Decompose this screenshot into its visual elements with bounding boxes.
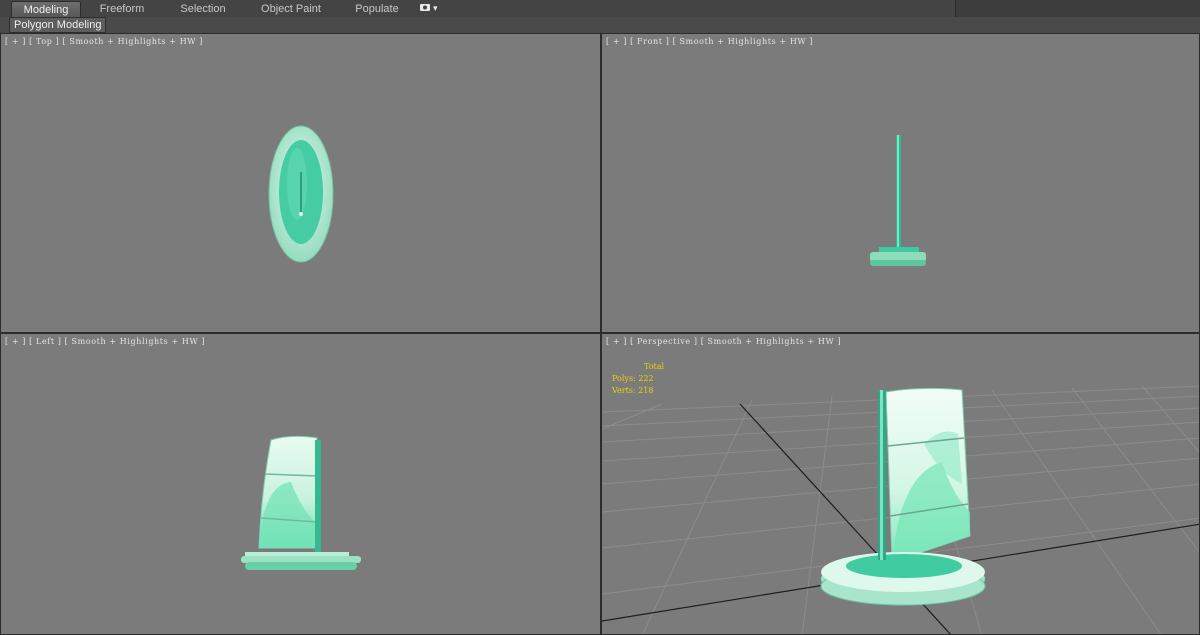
front-view-model — [870, 135, 926, 266]
chevron-down-icon: ▾ — [433, 3, 438, 13]
tab-selection[interactable]: Selection — [165, 2, 241, 16]
polygon-modeling-panel-button[interactable]: Polygon Modeling — [9, 17, 107, 33]
viewport-perspective[interactable]: [ + ] [ Perspective ] [ Smooth + Highlig… — [601, 333, 1200, 635]
ribbon-tab-bar: Modeling Freeform Selection Object Paint… — [0, 0, 1200, 18]
viewport-front[interactable]: [ + ] [ Front ] [ Smooth + Highlights + … — [601, 33, 1200, 333]
tab-populate[interactable]: Populate — [340, 2, 414, 16]
top-view-model — [268, 125, 334, 263]
tab-modeling[interactable]: Modeling — [11, 1, 81, 18]
tab-object-paint[interactable]: Object Paint — [250, 2, 332, 16]
viewport-top[interactable]: [ + ] [ Top ] [ Smooth + Highlights + HW… — [0, 33, 601, 333]
viewport-left[interactable]: [ + ] [ Left ] [ Smooth + Highlights + H… — [0, 333, 601, 635]
tab-freeform[interactable]: Freeform — [84, 2, 160, 16]
left-view-model — [241, 435, 361, 570]
ribbon-panel-bar — [0, 17, 1200, 33]
ribbon-empty-area — [955, 0, 1200, 17]
ribbon-options-dropdown[interactable]: ▾ — [417, 1, 441, 15]
perspective-view-scene — [602, 385, 1199, 634]
